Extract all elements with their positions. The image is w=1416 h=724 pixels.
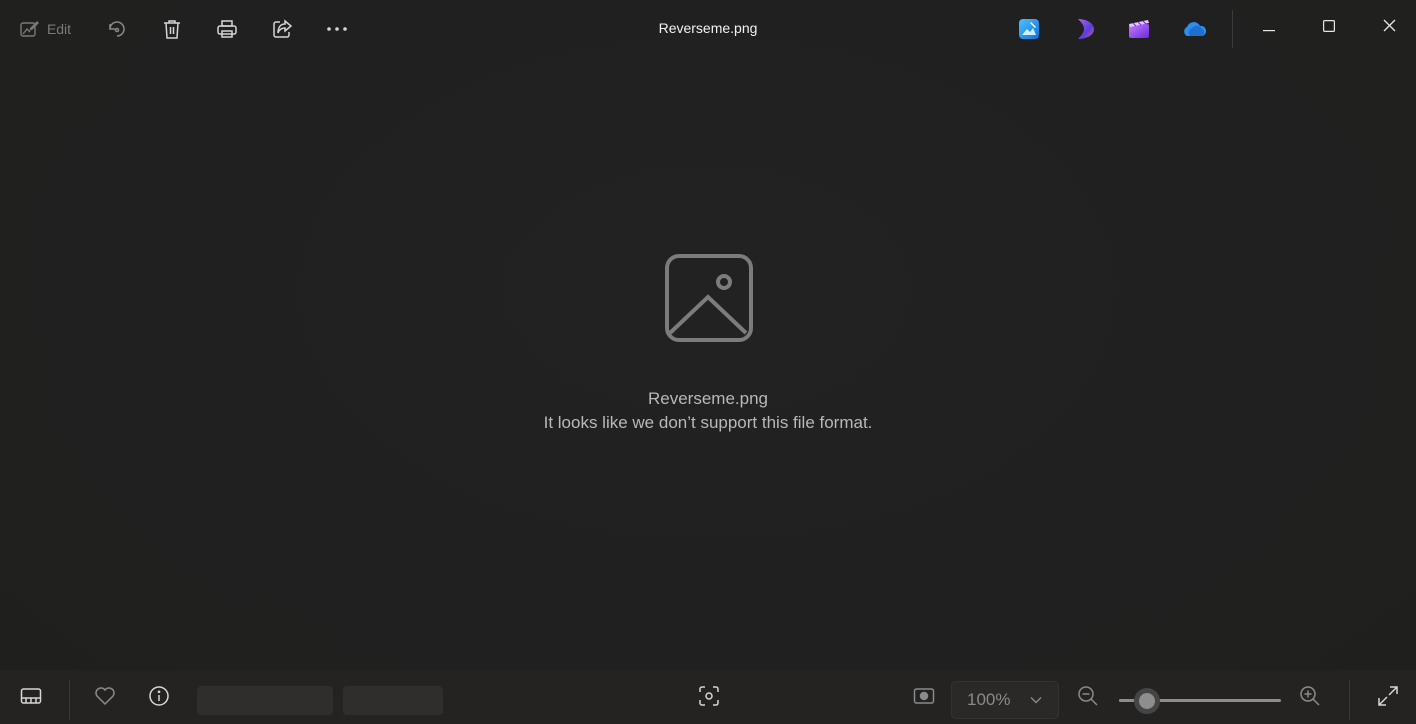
favorite-button[interactable] — [90, 683, 120, 713]
zoom-slider-thumb[interactable] — [1133, 688, 1160, 714]
focus-icon — [698, 685, 720, 712]
close-button[interactable] — [1366, 10, 1412, 46]
file-name-text: Reverseme.png — [647, 389, 768, 408]
bottom-divider — [1349, 680, 1350, 720]
filmstrip-icon — [20, 687, 42, 710]
chevron-down-icon — [1030, 696, 1042, 704]
maximize-icon — [1323, 19, 1336, 37]
zoom-in-button[interactable] — [1295, 683, 1325, 713]
bottom-divider — [69, 680, 70, 720]
info-icon — [148, 685, 170, 712]
info-button[interactable] — [144, 683, 174, 713]
zoom-out-button[interactable] — [1073, 683, 1103, 713]
minimize-icon — [1263, 19, 1275, 37]
bottom-toolbar: 100% — [0, 670, 1416, 724]
close-icon — [1383, 19, 1396, 37]
designer-app-icon[interactable] — [1072, 16, 1098, 42]
zoom-dropdown[interactable]: 100% — [951, 681, 1059, 719]
image-placeholder-icon — [664, 253, 754, 343]
maximize-button[interactable] — [1306, 10, 1352, 46]
photos-edit-app-icon[interactable] — [1016, 16, 1042, 42]
focus-button[interactable] — [694, 683, 724, 713]
fullscreen-icon — [1377, 685, 1399, 712]
toolbar-divider — [1232, 10, 1233, 48]
loading-placeholder — [343, 686, 443, 715]
clipchamp-app-icon[interactable] — [1126, 16, 1152, 42]
fit-screen-button[interactable] — [909, 683, 939, 713]
fullscreen-button[interactable] — [1373, 683, 1403, 713]
fit-screen-icon — [913, 687, 935, 710]
zoom-value: 100% — [967, 690, 1011, 709]
zoom-in-icon — [1299, 685, 1321, 712]
unsupported-format-message: It looks like we don’t support this file… — [543, 413, 873, 432]
minimize-button[interactable] — [1246, 10, 1292, 46]
photos-window: Edit Reverseme.png Reverseme.png It look… — [0, 0, 1416, 724]
top-toolbar: Edit Reverseme.png — [0, 0, 1416, 58]
filmstrip-button[interactable] — [16, 683, 46, 713]
zoom-out-icon — [1077, 685, 1099, 712]
onedrive-icon[interactable] — [1181, 16, 1207, 42]
loading-placeholder — [197, 686, 333, 715]
heart-icon — [94, 686, 116, 711]
zoom-slider-thumb-center — [1138, 693, 1155, 709]
